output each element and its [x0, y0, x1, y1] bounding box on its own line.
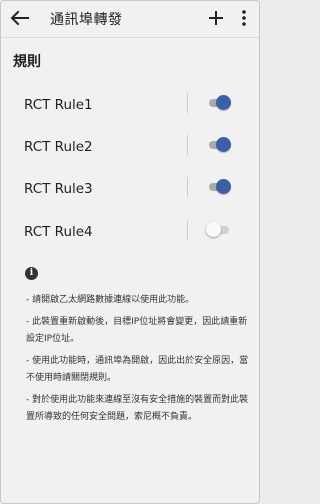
row-divider: [187, 93, 188, 113]
row-divider: [187, 135, 188, 155]
note-item: - 對於使用此功能來連線至沒有安全措施的裝置而對此裝置所導致的任何安全問題，索尼…: [26, 395, 249, 422]
arrow-left-icon: [10, 10, 29, 26]
rule-label: RCT Rule1: [24, 97, 93, 113]
rules-section-title: 規則: [13, 54, 41, 70]
note-item: - 此裝置重新啟動後，目標IP位址將會變更，因此請重新設定IP位址。: [26, 317, 248, 344]
row-divider: [187, 177, 188, 197]
rule-label: RCT Rule4: [24, 224, 93, 240]
rule-row-3[interactable]: RCT Rule3: [1, 173, 259, 205]
rule-row-1[interactable]: RCT Rule1: [1, 89, 259, 121]
note-item: - 使用此功能時，通訊埠為開啟，因此出於安全原因，當不使用時請關閉規則。: [26, 356, 249, 383]
rule-toggle[interactable]: [206, 222, 233, 238]
app-bar: 通訊埠轉發: [1, 1, 259, 38]
add-rule-button[interactable]: [206, 8, 226, 28]
rule-label: RCT Rule2: [24, 139, 93, 155]
rule-toggle[interactable]: [207, 179, 233, 195]
rule-toggle[interactable]: [207, 95, 233, 111]
row-divider: [187, 220, 188, 240]
more-vertical-icon: [242, 10, 246, 26]
rule-row-4[interactable]: RCT Rule4: [1, 216, 259, 248]
plus-icon: [209, 11, 223, 25]
rule-toggle[interactable]: [207, 137, 233, 153]
port-forwarding-screen: 通訊埠轉發 規則 RCT Rule1 RCT Rule2 RCT Rule3 R…: [0, 0, 260, 504]
info-icon: i: [25, 267, 38, 280]
back-button[interactable]: [10, 10, 30, 26]
page-title: 通訊埠轉發: [50, 12, 123, 28]
more-options-button[interactable]: [238, 9, 250, 27]
notes-list: - 請開啟乙太網路數據連線以使用此功能。 - 此裝置重新啟動後，目標IP位址將會…: [26, 292, 251, 431]
rule-label: RCT Rule3: [24, 181, 93, 197]
rule-row-2[interactable]: RCT Rule2: [1, 131, 259, 163]
note-item: - 請開啟乙太網路數據連線以使用此功能。: [26, 295, 195, 305]
